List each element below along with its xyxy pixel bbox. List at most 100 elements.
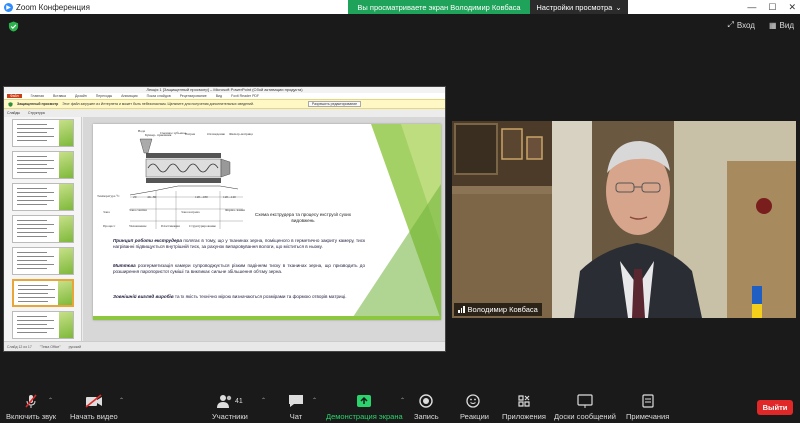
diagram-temp-2: 40...80 xyxy=(147,195,157,199)
slide-thumbnail[interactable]: 9 xyxy=(12,183,74,211)
ribbon-tab-0[interactable]: Файл xyxy=(7,94,22,98)
slide-thumbnail[interactable]: 8 xyxy=(12,151,74,179)
ribbon-tab-1[interactable]: Главная xyxy=(31,94,44,98)
participants-caret-icon[interactable]: ⌃ xyxy=(261,397,266,404)
whiteboards-label: Доски сообщений xyxy=(554,412,616,421)
thumbnail-green-decoration xyxy=(58,281,72,305)
leave-meeting-button[interactable]: Выйти xyxy=(757,400,793,415)
slide-thumbnails: 7 8 9 10 11 12 13 xyxy=(4,117,82,343)
slide-thumbnail[interactable]: 7 xyxy=(12,119,74,147)
participant-name: Володимир Ковбаса xyxy=(467,305,538,314)
diagram-label-process: Процесс xyxy=(103,224,116,228)
diagram-process-3: Структурирование xyxy=(189,224,216,228)
diagram-caption: Схема екструдера та процесу екструзії су… xyxy=(254,212,352,223)
participants-label: Участники xyxy=(212,412,248,421)
chat-button[interactable]: Чат xyxy=(288,392,304,421)
view-options-label: Настройки просмотра xyxy=(536,2,613,12)
protected-shield-icon xyxy=(8,101,13,107)
enter-fullscreen-button[interactable]: ⤢ Вход xyxy=(727,20,755,30)
participants-button[interactable]: 41 Участники xyxy=(212,392,248,421)
share-caret-icon[interactable]: ⌃ xyxy=(400,397,405,404)
participant-video[interactable]: Володимир Ковбаса xyxy=(452,121,796,318)
thumbnail-text-line xyxy=(17,124,47,125)
record-button[interactable]: Запись xyxy=(414,392,439,421)
ribbon-tab-9[interactable]: Foxit Reader PDF xyxy=(231,94,259,98)
ribbon-tab-2[interactable]: Вставка xyxy=(53,94,66,98)
thumbnail-text-line xyxy=(17,192,54,193)
ribbon-tab-6[interactable]: Показ слайдов xyxy=(147,94,171,98)
diagram-temp-3: 120...180 xyxy=(195,195,208,199)
share-screen-button[interactable]: Демонстрация экрана xyxy=(326,392,403,421)
ribbon-tab-8[interactable]: Вид xyxy=(216,94,222,98)
thumbnail-green-decoration xyxy=(59,248,73,274)
thumbnail-text-line xyxy=(17,160,54,161)
notes-icon xyxy=(641,392,655,410)
thumbnail-text-line xyxy=(17,232,54,233)
status-theme: "Тема Office" xyxy=(39,344,61,349)
diagram-temp-1: 20 xyxy=(133,195,137,199)
view-menu-button[interactable]: ▦ Вид xyxy=(769,21,794,30)
video-options-caret-icon[interactable]: ⌃ xyxy=(119,397,124,404)
ribbon-tab-3[interactable]: Дизайн xyxy=(75,94,87,98)
thumbnail-text-line xyxy=(17,324,47,325)
slide-paragraph-1: Принцип роботи екструдера полягає в тому… xyxy=(113,238,365,251)
microphone-muted-icon xyxy=(23,392,39,410)
chat-caret-icon[interactable]: ⌃ xyxy=(312,397,317,404)
maximize-icon[interactable]: ☐ xyxy=(768,2,776,13)
reactions-button[interactable]: Реакции xyxy=(460,392,489,421)
extruder-diagram xyxy=(129,138,243,229)
diagram-label-cooling: Охлаждение xyxy=(207,132,226,136)
powerpoint-status-bar: Слайд 12 из 17 "Тема Office" русский xyxy=(4,341,445,351)
share-screen-icon xyxy=(356,392,372,410)
slide-green-decoration xyxy=(351,124,441,320)
reactions-label: Реакции xyxy=(460,412,489,421)
top-right-controls: ⤢ Вход ▦ Вид xyxy=(727,20,794,30)
smiley-plus-icon xyxy=(466,392,482,410)
grid-icon: ▦ xyxy=(768,20,777,30)
slide-thumbnail[interactable]: 12 xyxy=(12,279,74,307)
slide-bottom-bar xyxy=(93,316,441,320)
slide-paragraph-2: Миттєва розгерметизація камери супроводж… xyxy=(113,263,365,276)
slide-thumbnail[interactable]: 10 xyxy=(12,215,74,243)
apps-button[interactable]: Приложения xyxy=(502,392,546,421)
notes-button[interactable]: Примечания xyxy=(626,392,669,421)
apps-label: Приложения xyxy=(502,412,546,421)
unmute-label: Включить звук xyxy=(6,412,57,421)
slide-editor: Вода Бункер- приемник Сменное зубьевое Н… xyxy=(83,117,445,343)
diagram-zone-1: Зона сжатия xyxy=(129,208,147,212)
thumbnail-text-line xyxy=(17,172,47,173)
start-video-button[interactable]: Начать видео xyxy=(70,392,118,421)
ribbon-tab-7[interactable]: Рецензирование xyxy=(180,94,207,98)
diagram-label-heating: Нагрев xyxy=(185,132,196,136)
status-slide-number: Слайд 12 из 17 xyxy=(7,344,32,349)
expand-icon: ⤢ xyxy=(727,20,734,29)
view-label: Вид xyxy=(779,20,794,30)
slide-paragraph-3-text: та їх якість технічно мірою визначаються… xyxy=(174,294,347,299)
notes-label: Примечания xyxy=(626,412,670,421)
enable-editing-button[interactable]: Разрешить редактирование xyxy=(307,101,362,107)
leave-meeting-label: Выйти xyxy=(762,403,788,412)
thumbnail-text-line xyxy=(17,316,47,317)
whiteboards-button[interactable]: Доски сообщений xyxy=(554,392,616,421)
minimize-icon[interactable]: — xyxy=(747,2,756,12)
slide-thumbnail[interactable]: 13 xyxy=(12,311,74,339)
meeting-toolbar: Включить звук ⌃ Начать видео ⌃ 41 Участн… xyxy=(0,390,800,423)
protected-view-bar: Защищенный просмотр Этот файл загружен и… xyxy=(4,99,445,109)
security-shield-icon[interactable] xyxy=(8,21,19,32)
slide-paragraph-1-lead: Принцип роботи екструдера xyxy=(113,238,182,243)
share-screen-label: Демонстрация экрана xyxy=(326,412,403,421)
mute-options-caret-icon[interactable]: ⌃ xyxy=(48,397,53,404)
record-icon xyxy=(419,392,433,410)
powerpoint-title: Лекція 1 [Защищенный просмотр] – Microso… xyxy=(146,87,303,92)
shared-screen[interactable]: Лекція 1 [Защищенный просмотр] – Microso… xyxy=(3,86,446,352)
thumbnail-text-line xyxy=(17,132,47,133)
diagram-label-zone: Зона xyxy=(103,210,110,214)
close-icon[interactable]: ✕ xyxy=(788,2,796,13)
share-banner-text: Вы просматриваете экран Володимир Ковбас… xyxy=(357,2,521,12)
slide-thumbnail[interactable]: 11 xyxy=(12,247,74,275)
diagram-zone-2: Зона нагрева xyxy=(181,210,200,214)
thumbnail-text-line xyxy=(17,332,47,333)
ribbon-tab-5[interactable]: Анимация xyxy=(121,94,137,98)
view-options-button[interactable]: Настройки просмотра ⌄ xyxy=(530,0,628,14)
ribbon-tab-4[interactable]: Переходы xyxy=(96,94,112,98)
